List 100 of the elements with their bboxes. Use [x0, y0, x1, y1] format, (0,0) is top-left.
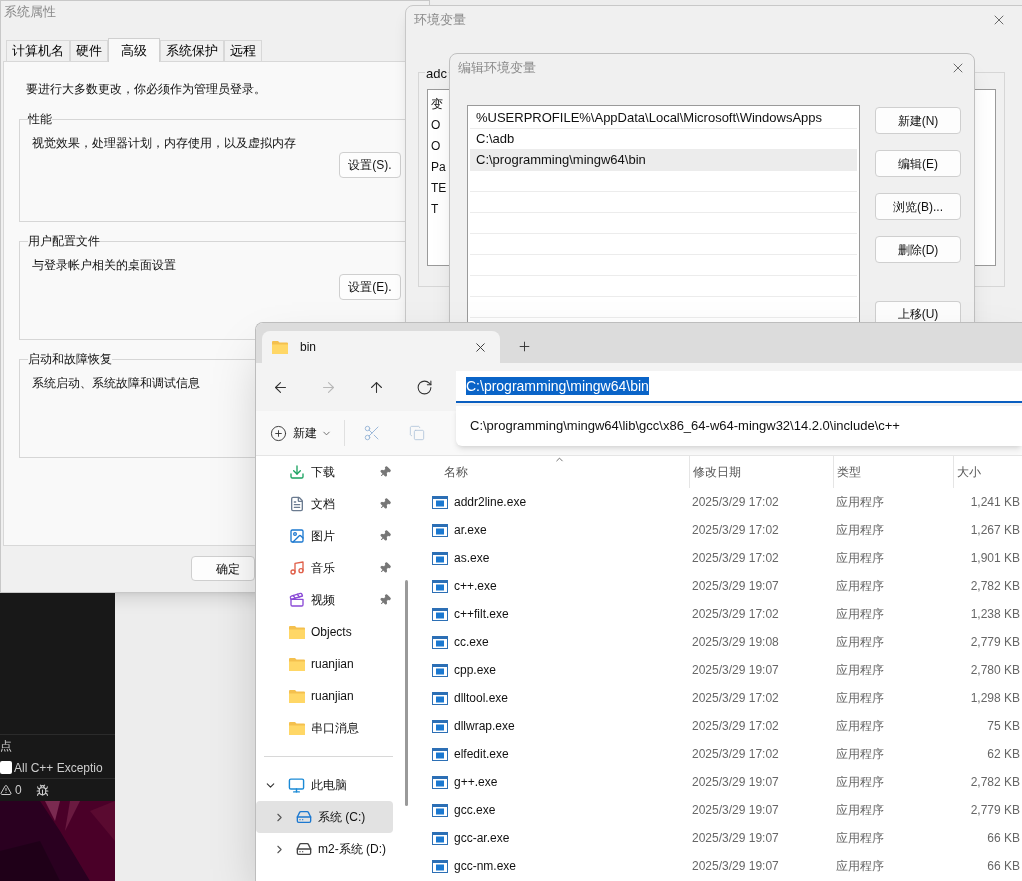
- settings-button[interactable]: 设置(S).: [339, 152, 401, 178]
- application-icon: [432, 495, 448, 509]
- application-icon: [432, 523, 448, 537]
- file-size: 1,901 KB: [969, 550, 1021, 567]
- column-header[interactable]: 大小: [953, 456, 1022, 488]
- dialog-button[interactable]: 浏览(B)...: [875, 193, 961, 220]
- tab[interactable]: 计算机名: [6, 40, 70, 61]
- variable-name[interactable]: T: [431, 199, 439, 220]
- file-row[interactable]: as.exe 2025/3/29 17:02 应用程序 1,901 KB: [411, 544, 1022, 572]
- modified-date: 2025/3/29 19:07: [691, 802, 780, 819]
- debug-icon[interactable]: [35, 783, 49, 797]
- folder-icon: [289, 721, 305, 735]
- window-title: 系统属性: [4, 3, 56, 22]
- sidebar-item[interactable]: 图片: [256, 520, 401, 552]
- file-size: 2,779 KB: [969, 634, 1021, 651]
- tab[interactable]: 硬件: [70, 40, 108, 61]
- variable-name[interactable]: O: [431, 136, 441, 157]
- column-header[interactable]: 修改日期: [689, 456, 833, 488]
- variable-name[interactable]: Pa: [431, 157, 446, 178]
- sidebar-item[interactable]: 串口消息: [256, 712, 401, 744]
- file-size: 1,241 KB: [969, 494, 1021, 511]
- address-field[interactable]: C:\programming\mingw64\bin: [456, 371, 1022, 403]
- warning-icon: [0, 784, 12, 796]
- tab-title: bin: [300, 339, 316, 356]
- refresh-button[interactable]: [416, 378, 433, 396]
- sidebar-item[interactable]: m2-系统 (D:): [256, 833, 393, 865]
- file-row[interactable]: dlltool.exe 2025/3/29 17:02 应用程序 1,298 KB: [411, 684, 1022, 712]
- file-row[interactable]: gcc-ar.exe 2025/3/29 19:07 应用程序 66 KB: [411, 824, 1022, 852]
- file-type: 应用程序: [835, 774, 885, 791]
- file-name: cpp.exe: [454, 662, 497, 679]
- sidebar-item[interactable]: 音乐: [256, 552, 401, 584]
- music-note-icon: [289, 560, 305, 576]
- sidebar-item[interactable]: Objects: [256, 616, 401, 648]
- folder-tab[interactable]: bin: [262, 331, 500, 363]
- file-name: c++filt.exe: [454, 606, 509, 623]
- file-name: gcc-ar.exe: [454, 830, 510, 847]
- variable-name[interactable]: TE: [431, 178, 447, 199]
- file-row[interactable]: gcc.exe 2025/3/29 19:07 应用程序 2,779 KB: [411, 796, 1022, 824]
- tab[interactable]: 系统保护: [160, 40, 224, 61]
- checkbox[interactable]: [0, 761, 12, 774]
- file-size: 2,782 KB: [969, 578, 1021, 595]
- application-icon: [432, 859, 448, 873]
- file-row[interactable]: cc.exe 2025/3/29 19:08 应用程序 2,779 KB: [411, 628, 1022, 656]
- sidebar-item[interactable]: 视频: [256, 584, 401, 616]
- group-title: 启动和故障恢复: [28, 351, 112, 368]
- file-type: 应用程序: [835, 858, 885, 875]
- folder-icon: [272, 340, 288, 354]
- address-suggestion[interactable]: C:\programming\mingw64\lib\gcc\x86_64-w64-mingw32\14.2.0\include\c++: [456, 406, 1022, 446]
- modified-date: 2025/3/29 17:02: [691, 718, 780, 735]
- sidebar-item[interactable]: 文档: [256, 488, 401, 520]
- warning-count: 0: [15, 782, 22, 799]
- file-size: 66 KB: [986, 830, 1021, 847]
- ok-button[interactable]: 确定: [191, 556, 255, 581]
- sidebar-item[interactable]: ruanjian: [256, 680, 401, 712]
- file-row[interactable]: c++.exe 2025/3/29 19:07 应用程序 2,782 KB: [411, 572, 1022, 600]
- file-type: 应用程序: [835, 578, 885, 595]
- dialog-button[interactable]: 上移(U): [875, 301, 961, 322]
- file-size: 1,267 KB: [969, 522, 1021, 539]
- file-type: 应用程序: [835, 830, 885, 847]
- file-name: cc.exe: [454, 634, 489, 651]
- new-button[interactable]: 新建: [270, 418, 332, 448]
- application-icon: [432, 803, 448, 817]
- variable-name[interactable]: 变: [431, 94, 443, 115]
- modified-date: 2025/3/29 19:08: [691, 634, 780, 651]
- file-row[interactable]: cpp.exe 2025/3/29 19:07 应用程序 2,780 KB: [411, 656, 1022, 684]
- file-row[interactable]: addr2line.exe 2025/3/29 17:02 应用程序 1,241 KB: [411, 488, 1022, 516]
- file-row[interactable]: ar.exe 2025/3/29 17:02 应用程序 1,267 KB: [411, 516, 1022, 544]
- dialog-button[interactable]: 删除(D): [875, 236, 961, 263]
- column-header[interactable]: 名称: [411, 456, 689, 488]
- monitor-icon: [288, 776, 305, 794]
- sidebar-item[interactable]: ruanjian: [256, 648, 401, 680]
- sidebar-item[interactable]: 此电脑: [256, 769, 401, 801]
- group-description: 视觉效果，处理器计划，内存使用，以及虚拟内存: [32, 135, 296, 152]
- image-icon: [289, 528, 305, 544]
- dialog-button[interactable]: 编辑(E): [875, 150, 961, 177]
- modified-date: 2025/3/29 17:02: [691, 522, 780, 539]
- tab[interactable]: 高级: [108, 38, 160, 62]
- document-icon: [289, 496, 305, 512]
- tab[interactable]: 远程: [224, 40, 262, 61]
- file-row[interactable]: gcc-nm.exe 2025/3/29 19:07 应用程序 66 KB: [411, 852, 1022, 880]
- file-row[interactable]: dllwrap.exe 2025/3/29 17:02 应用程序 75 KB: [411, 712, 1022, 740]
- new-tab-icon[interactable]: [517, 339, 532, 354]
- sidebar-item[interactable]: 下载: [256, 456, 401, 488]
- path-entry[interactable]: C:\programming\mingw64\bin: [470, 150, 857, 171]
- scrollbar-thumb[interactable]: [404, 580, 408, 806]
- file-row[interactable]: elfedit.exe 2025/3/29 17:02 应用程序 62 KB: [411, 740, 1022, 768]
- file-name: dllwrap.exe: [454, 718, 515, 735]
- column-header[interactable]: 类型: [833, 456, 953, 488]
- modified-date: 2025/3/29 19:07: [691, 578, 780, 595]
- modified-date: 2025/3/29 17:02: [691, 606, 780, 623]
- dialog-button[interactable]: 新建(N): [875, 107, 961, 134]
- file-row[interactable]: g++.exe 2025/3/29 19:07 应用程序 2,782 KB: [411, 768, 1022, 796]
- settings-button[interactable]: 设置(E).: [339, 274, 401, 300]
- file-row[interactable]: c++filt.exe 2025/3/29 17:02 应用程序 1,238 KB: [411, 600, 1022, 628]
- sidebar-item[interactable]: 系统 (C:): [256, 801, 393, 833]
- file-type: 应用程序: [835, 550, 885, 567]
- variable-name[interactable]: O: [431, 115, 441, 136]
- modified-date: 2025/3/29 19:07: [691, 858, 780, 875]
- application-icon: [432, 719, 448, 733]
- file-type: 应用程序: [835, 522, 885, 539]
